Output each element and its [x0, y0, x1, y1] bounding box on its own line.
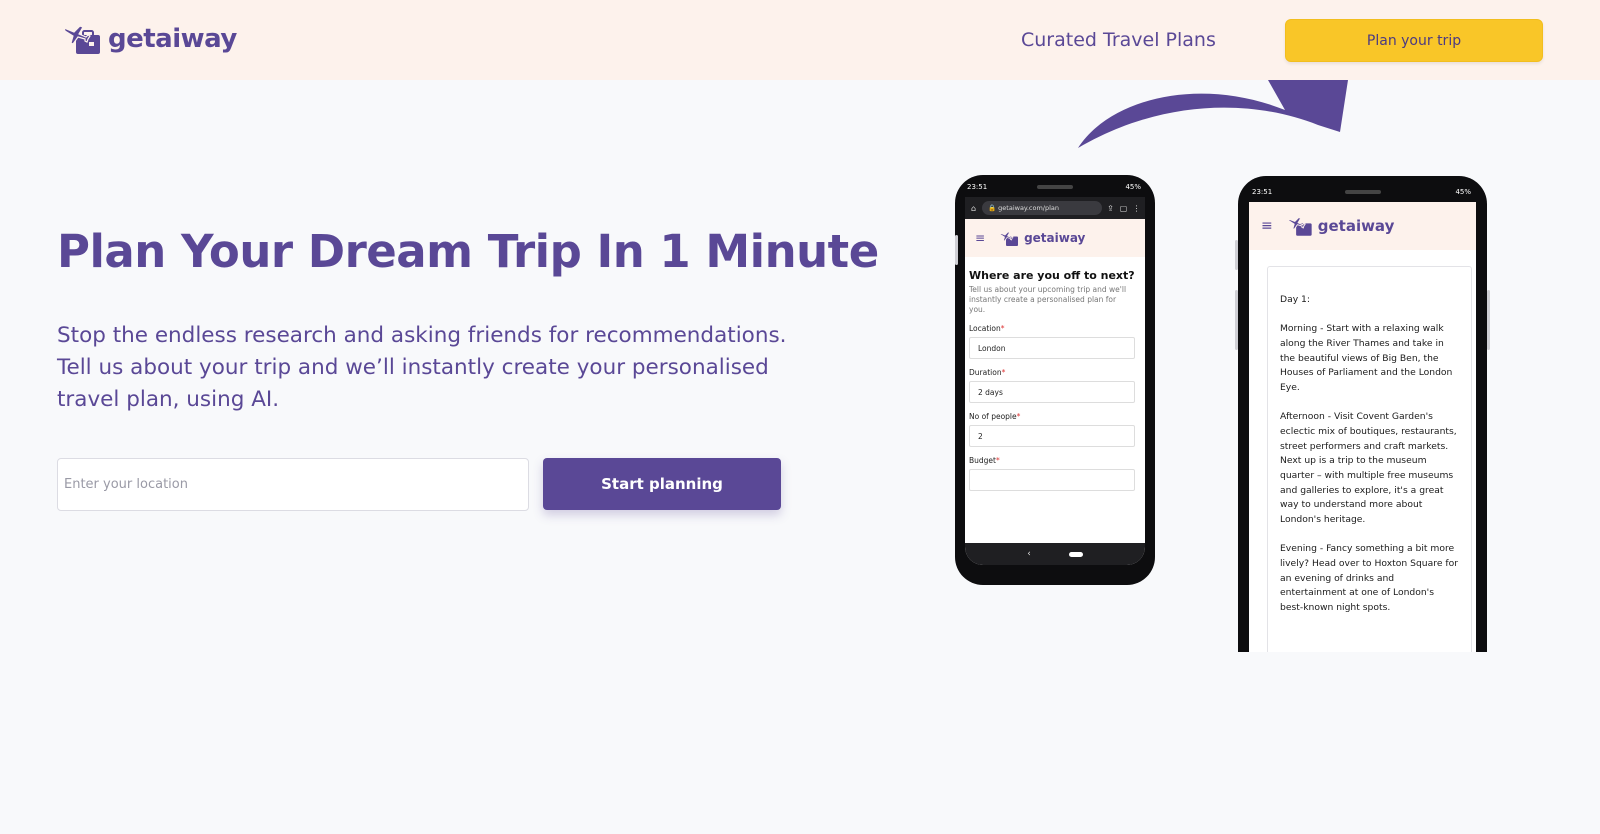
- url-text: getaiway.com/plan: [998, 204, 1060, 212]
- status-battery: 45%: [1455, 188, 1471, 196]
- phone-screen: ⌂ 🔒 getaiway.com/plan ⇪ ▢ ⋮ ≡ getaiway W…: [965, 197, 1145, 565]
- phone-mockup-form: 23:51 45% ⌂ 🔒 getaiway.com/plan ⇪ ▢ ⋮ ≡ …: [955, 175, 1155, 585]
- status-battery: 45%: [1125, 183, 1141, 191]
- form-question: Where are you off to next?: [969, 269, 1135, 282]
- phone-speaker: [1037, 185, 1073, 189]
- more-icon[interactable]: ⋮: [1132, 204, 1141, 213]
- location-input[interactable]: [57, 458, 529, 511]
- travel-plan-card: Day 1: Morning - Start with a relaxing w…: [1267, 266, 1472, 652]
- home-pill-icon[interactable]: [1068, 551, 1083, 557]
- phone-side-button: [1487, 290, 1490, 350]
- plan-evening: Evening - Fancy something a bit more liv…: [1280, 543, 1459, 614]
- home-icon[interactable]: ⌂: [969, 204, 978, 213]
- budget-field[interactable]: [969, 469, 1135, 491]
- field-label: Duration*: [969, 368, 1006, 377]
- browser-bar: ⌂ 🔒 getaiway.com/plan ⇪ ▢ ⋮: [965, 197, 1145, 219]
- plan-afternoon: Afternoon - Visit Covent Garden's eclect…: [1280, 411, 1457, 526]
- brand-name: getaiway: [108, 24, 237, 54]
- phone-nav-bar: ‹: [965, 543, 1145, 565]
- hero-title: Plan Your Dream Trip In 1 Minute: [57, 225, 879, 278]
- phone-mockup-plan: 23:51 45% ≡ getaiway Day 1: Morning - St…: [1238, 176, 1487, 652]
- phone-speaker: [1344, 190, 1381, 194]
- app-header: ≡ getaiway: [965, 219, 1145, 257]
- plane-suitcase-logo-icon: [63, 25, 100, 54]
- location-field[interactable]: London: [969, 337, 1135, 359]
- people-field[interactable]: 2: [969, 425, 1135, 447]
- nav-curated-travel-plans[interactable]: Curated Travel Plans: [1021, 29, 1216, 51]
- field-label: Budget*: [969, 456, 1000, 465]
- field-label: Location*: [969, 324, 1005, 333]
- menu-icon[interactable]: ≡: [975, 231, 985, 245]
- start-planning-button[interactable]: Start planning: [543, 458, 781, 510]
- lock-icon: 🔒: [988, 204, 999, 212]
- phone-side-button: [1235, 290, 1238, 350]
- app-brand: getaiway: [1317, 217, 1395, 235]
- back-icon[interactable]: ‹: [1027, 549, 1031, 559]
- plan-your-trip-button[interactable]: Plan your trip: [1285, 19, 1543, 62]
- status-time: 23:51: [1252, 188, 1273, 196]
- menu-icon[interactable]: ≡: [1261, 218, 1273, 234]
- duration-field[interactable]: 2 days: [969, 381, 1135, 403]
- hero-subtitle: Stop the endless research and asking fri…: [57, 323, 787, 412]
- phone-screen: ≡ getaiway Day 1: Morning - Start with a…: [1249, 202, 1476, 652]
- share-icon[interactable]: ⇪: [1106, 204, 1115, 213]
- trip-form: Where are you off to next? Tell us about…: [969, 257, 1141, 491]
- phone-side-button: [955, 235, 958, 265]
- plan-day-heading: Day 1:: [1280, 294, 1311, 305]
- url-bar[interactable]: 🔒 getaiway.com/plan: [982, 201, 1102, 215]
- plane-suitcase-logo-icon: [1287, 217, 1312, 236]
- app-brand: getaiway: [1024, 231, 1086, 245]
- top-nav: getaiway Curated Travel Plans Plan your …: [0, 0, 1600, 80]
- phone-side-button: [1235, 240, 1238, 270]
- plane-suitcase-logo-icon: [999, 231, 1019, 246]
- form-hint: Tell us about your upcoming trip and we'…: [969, 285, 1127, 314]
- field-label: No of people*: [969, 412, 1021, 421]
- status-time: 23:51: [967, 183, 988, 191]
- app-header: ≡ getaiway: [1249, 202, 1476, 250]
- curved-arrow-icon: [1078, 80, 1348, 160]
- plan-morning: Morning - Start with a relaxing walk alo…: [1280, 323, 1453, 394]
- tabs-icon[interactable]: ▢: [1119, 204, 1128, 213]
- brand-logo[interactable]: getaiway: [62, 22, 237, 56]
